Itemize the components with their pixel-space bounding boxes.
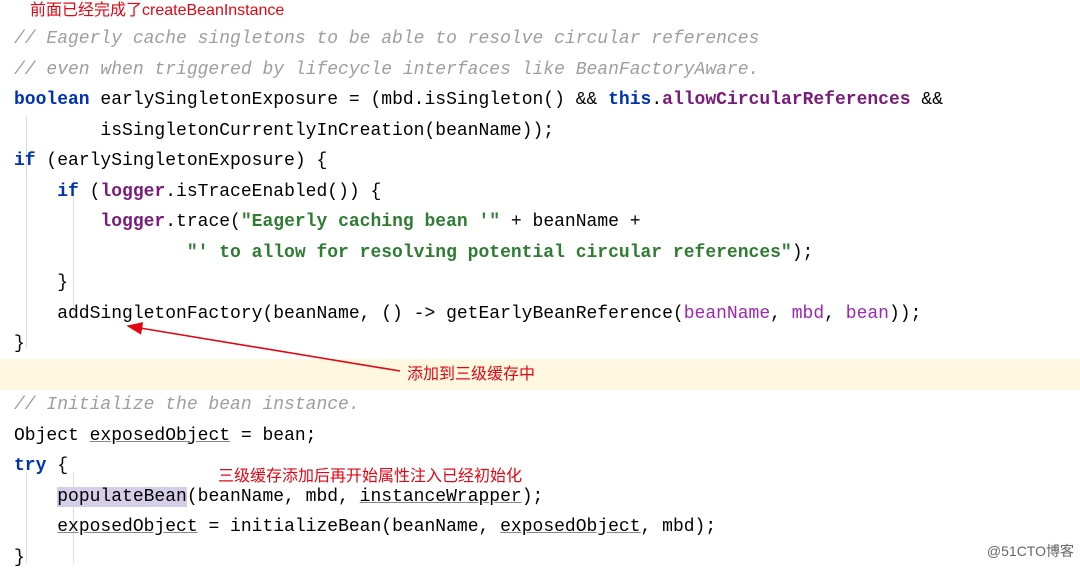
annotation-populate-label: 三级缓存添加后再开始属性注入已经初始化 (218, 462, 522, 486)
code-comment: // Initialize the bean instance. (14, 390, 1080, 421)
code-line: boolean earlySingletonExposure = (mbd.is… (14, 85, 1080, 116)
watermark: @51CTO博客 (987, 541, 1074, 561)
spacer-line (14, 360, 1080, 391)
code-line: isSingletonCurrentlyInCreation(beanName)… (14, 116, 1080, 147)
code-line: } (14, 329, 1080, 360)
code-line: "' to allow for resolving potential circ… (14, 238, 1080, 269)
code-line: addSingletonFactory(beanName, () -> getE… (14, 299, 1080, 330)
highlighted-call: populateBean (57, 487, 187, 507)
code-line: logger.trace("Eagerly caching bean '" + … (14, 207, 1080, 238)
code-line: } (14, 268, 1080, 299)
code-line: } (14, 543, 1080, 573)
code-line: populateBean(beanName, mbd, instanceWrap… (14, 482, 1080, 513)
annotation-arrow-label: 添加到三级缓存中 (407, 360, 535, 384)
code-line: exposedObject = initializeBean(beanName,… (14, 512, 1080, 543)
annotation-top: 前面已经完成了createBeanInstance (0, 0, 1080, 22)
code-line: if (earlySingletonExposure) { (14, 146, 1080, 177)
code-line: if (logger.isTraceEnabled()) { (14, 177, 1080, 208)
code-line: Object exposedObject = bean; (14, 421, 1080, 452)
code-comment: // even when triggered by lifecycle inte… (14, 55, 1080, 86)
code-comment: // Eagerly cache singletons to be able t… (14, 24, 1080, 55)
code-line: try { (14, 451, 1080, 482)
code-block: // Eagerly cache singletons to be able t… (0, 24, 1080, 573)
